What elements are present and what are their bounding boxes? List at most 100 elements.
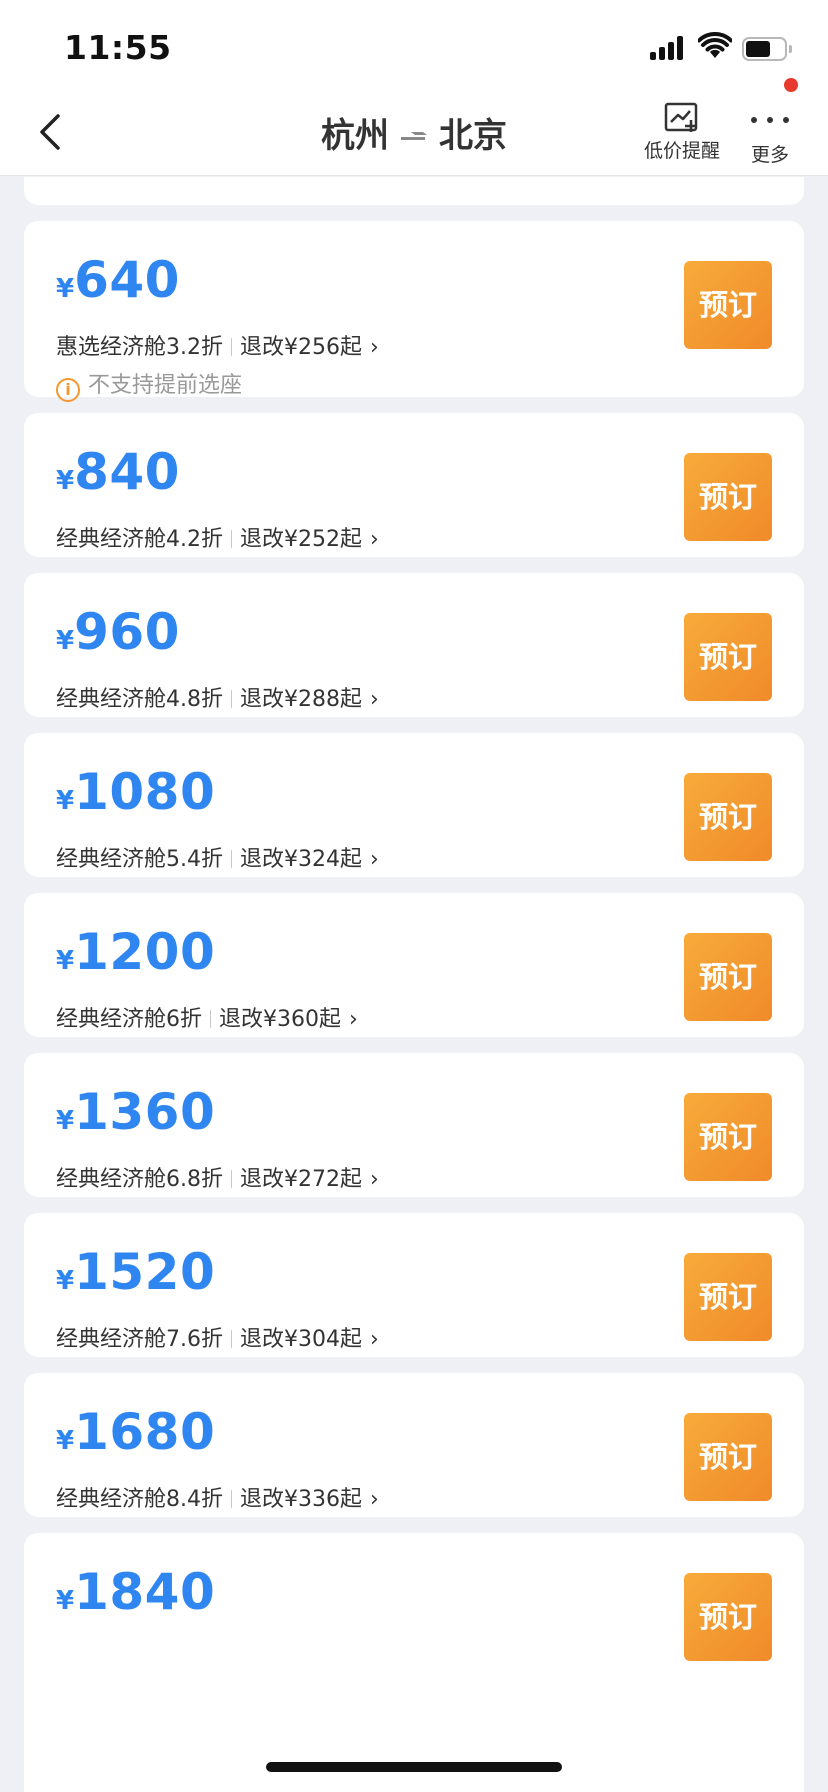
info-icon: i xyxy=(56,378,80,402)
cabin-discount: 经典经济舱6折 xyxy=(56,1007,202,1032)
refund-fee: 退改¥336起 xyxy=(240,1487,362,1512)
fare-price: ¥1200 xyxy=(56,923,215,981)
refund-fee: 退改¥252起 xyxy=(240,527,362,552)
divider xyxy=(231,850,232,868)
currency-symbol: ¥ xyxy=(56,1106,75,1136)
book-button[interactable]: 预订 xyxy=(684,773,772,861)
currency-symbol: ¥ xyxy=(56,1586,75,1616)
book-button[interactable]: 预订 xyxy=(684,1253,772,1341)
status-time: 11:55 xyxy=(64,28,172,67)
price-value: 1080 xyxy=(74,763,216,821)
fare-card: ¥640 惠选经济舱3.2折 退改¥256起 › i 不支持提前选座 预订 xyxy=(24,221,804,402)
fare-price: ¥1360 xyxy=(56,1083,215,1141)
divider xyxy=(231,1170,232,1188)
chevron-right-icon: › xyxy=(370,1327,379,1352)
cabin-discount: 惠选经济舱3.2折 xyxy=(56,335,223,360)
home-indicator[interactable] xyxy=(266,1762,562,1772)
fare-price: ¥1520 xyxy=(56,1243,215,1301)
cabin-discount: 经典经济舱6.8折 xyxy=(56,1167,223,1192)
refund-fee: 退改¥272起 xyxy=(240,1167,362,1192)
cabin-discount: 经典经济舱4.2折 xyxy=(56,527,223,552)
origin-city: 杭州 xyxy=(321,116,389,156)
fare-card: ¥1360 经典经济舱6.8折 退改¥272起 › 预订 xyxy=(24,1053,804,1197)
cabin-discount: 经典经济舱7.6折 xyxy=(56,1327,223,1352)
notification-badge xyxy=(784,78,798,92)
screen: 11:55 杭州 北京 低价提醒 更多 ¥640 惠选经济舱3.2折 退改¥25… xyxy=(0,0,828,1792)
chevron-right-icon: › xyxy=(370,1167,379,1192)
status-bar: 11:55 xyxy=(0,0,828,88)
cabin-discount: 经典经济舱8.4折 xyxy=(56,1487,223,1512)
currency-symbol: ¥ xyxy=(56,274,75,304)
fare-card: ¥1080 经典经济舱5.4折 退改¥324起 › 预订 xyxy=(24,733,804,877)
fare-price: ¥1840 xyxy=(56,1563,215,1621)
fare-details-link[interactable]: 惠选经济舱3.2折 退改¥256起 › xyxy=(56,329,379,361)
chevron-right-icon: › xyxy=(349,1007,358,1032)
more-label: 更多 xyxy=(750,144,789,166)
price-alert-button[interactable]: 低价提醒 xyxy=(640,102,724,168)
more-button[interactable]: 更多 xyxy=(740,102,800,168)
fare-note-text: 不支持提前选座 xyxy=(88,373,243,398)
destination-city: 北京 xyxy=(439,116,507,156)
fare-price: ¥640 xyxy=(56,251,180,309)
chevron-right-icon: › xyxy=(370,527,379,552)
price-value: 1520 xyxy=(74,1243,216,1301)
fare-details-link[interactable]: 经典经济舱5.4折 退改¥324起 › xyxy=(56,841,379,873)
fare-details-link[interactable]: 经典经济舱4.2折 退改¥252起 › xyxy=(56,521,379,553)
currency-symbol: ¥ xyxy=(56,466,75,496)
fare-card: ¥840 经典经济舱4.2折 退改¥252起 › 预订 xyxy=(24,413,804,557)
fare-details-link[interactable]: 经典经济舱4.8折 退改¥288起 › xyxy=(56,681,379,713)
divider xyxy=(210,1010,211,1028)
route-arrow-icon xyxy=(401,135,427,141)
refund-fee: 退改¥256起 xyxy=(240,335,362,360)
fare-details-link[interactable]: 经典经济舱6.8折 退改¥272起 › xyxy=(56,1161,379,1193)
cabin-discount: 经典经济舱4.8折 xyxy=(56,687,223,712)
refund-fee: 退改¥324起 xyxy=(240,847,362,872)
fare-card: ¥960 经典经济舱4.8折 退改¥288起 › 预订 xyxy=(24,573,804,717)
book-button[interactable]: 预订 xyxy=(684,933,772,1021)
cellular-signal-icon xyxy=(650,36,688,60)
trend-chart-icon xyxy=(664,102,698,132)
refund-fee: 退改¥304起 xyxy=(240,1327,362,1352)
book-button[interactable]: 预订 xyxy=(684,1413,772,1501)
fare-details-link[interactable]: 经典经济舱8.4折 退改¥336起 › xyxy=(56,1481,379,1513)
chevron-right-icon: › xyxy=(370,1487,379,1512)
divider xyxy=(231,338,232,356)
divider xyxy=(231,530,232,548)
fare-details-link[interactable]: 经典经济舱7.6折 退改¥304起 › xyxy=(56,1321,379,1353)
chevron-right-icon: › xyxy=(370,687,379,712)
book-button[interactable]: 预订 xyxy=(684,1093,772,1181)
price-value: 960 xyxy=(74,603,180,661)
fare-card: ¥1200 经典经济舱6折 退改¥360起 › 预订 xyxy=(24,893,804,1037)
currency-symbol: ¥ xyxy=(56,1266,75,1296)
divider xyxy=(231,1330,232,1348)
fare-price: ¥1680 xyxy=(56,1403,215,1461)
fare-price: ¥840 xyxy=(56,443,180,501)
price-value: 1680 xyxy=(74,1403,216,1461)
divider xyxy=(231,690,232,708)
chevron-right-icon: › xyxy=(370,335,379,360)
price-value: 640 xyxy=(74,251,180,309)
price-value: 1840 xyxy=(74,1563,216,1621)
currency-symbol: ¥ xyxy=(56,946,75,976)
fare-card: ¥1520 经典经济舱7.6折 退改¥304起 › 预订 xyxy=(24,1213,804,1357)
more-dots-icon xyxy=(740,102,800,138)
book-button[interactable]: 预订 xyxy=(684,261,772,349)
currency-symbol: ¥ xyxy=(56,786,75,816)
currency-symbol: ¥ xyxy=(56,626,75,656)
wifi-icon xyxy=(698,32,732,58)
currency-symbol: ¥ xyxy=(56,1426,75,1456)
divider xyxy=(231,1490,232,1508)
book-button[interactable]: 预订 xyxy=(684,613,772,701)
fare-note: i 不支持提前选座 xyxy=(56,367,242,402)
fare-card: ¥1680 经典经济舱8.4折 退改¥336起 › 预订 xyxy=(24,1373,804,1517)
book-button[interactable]: 预订 xyxy=(684,453,772,541)
book-button[interactable]: 预订 xyxy=(684,1573,772,1661)
refund-fee: 退改¥288起 xyxy=(240,687,362,712)
battery-icon xyxy=(742,37,792,61)
price-value: 840 xyxy=(74,443,180,501)
fare-details-link[interactable]: 经典经济舱6折 退改¥360起 › xyxy=(56,1001,358,1033)
price-value: 1360 xyxy=(74,1083,216,1141)
cabin-discount: 经典经济舱5.4折 xyxy=(56,847,223,872)
fare-card-partial xyxy=(24,177,804,205)
fare-card: ¥1840 预订 xyxy=(24,1533,804,1792)
